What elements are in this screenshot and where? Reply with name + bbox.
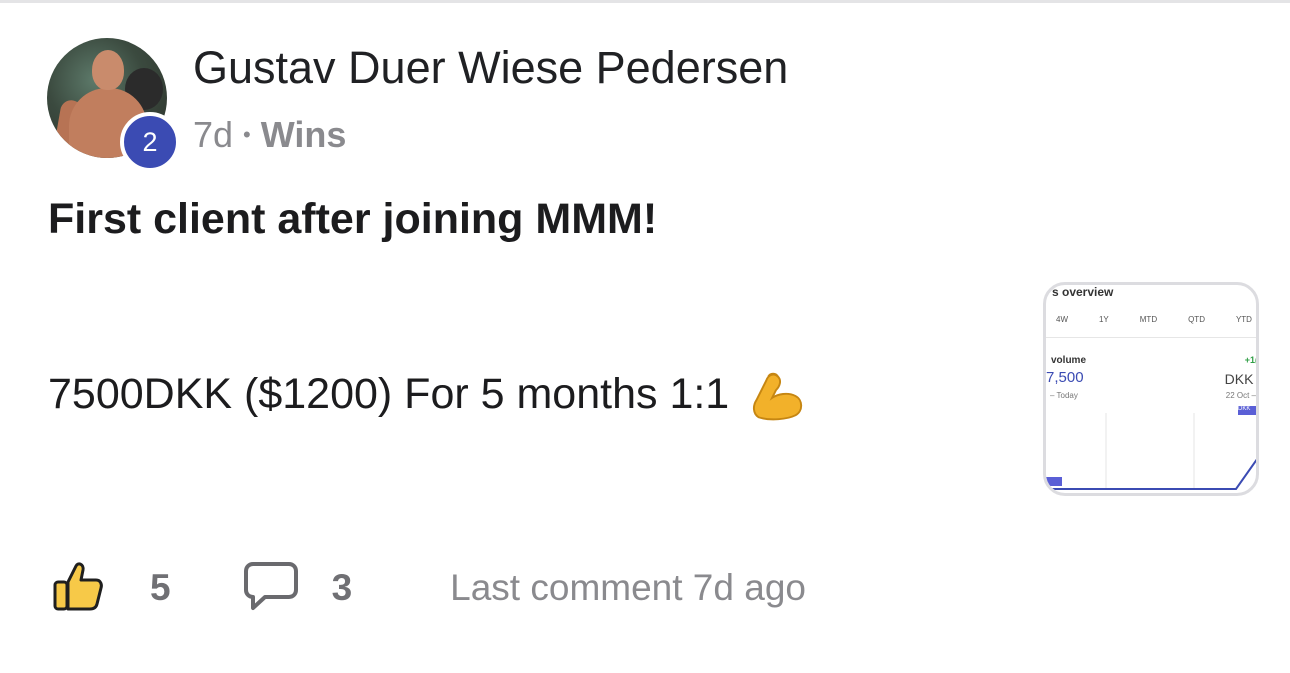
preview-tab: QTD [1188,315,1205,324]
attachment-thumbnail[interactable]: s overview 4W 1Y MTD QTD YTD volume +1( … [1043,282,1259,496]
preview-tabs: 4W 1Y MTD QTD YTD [1056,315,1252,324]
post-category[interactable]: Wins [261,114,347,156]
preview-heading: s overview [1052,285,1114,299]
preview-tab: 4W [1056,315,1068,324]
top-divider [0,0,1290,3]
preview-currency: DKK ( [1224,371,1259,387]
preview-date: 22 Oct – [1225,391,1256,400]
preview-tab: YTD [1235,315,1252,324]
comment-count: 3 [331,567,353,608]
meta-separator: • [243,122,251,147]
preview-mini-chart [1046,413,1256,490]
post-body-text: 7500DKK ($1200) For 5 months 1:1 [48,369,730,418]
post-time[interactable]: 7d [193,114,233,156]
preview-divider [1046,337,1256,338]
preview-tab: MTD [1139,315,1158,324]
avatar-head [92,50,124,90]
thumbs-up-icon[interactable] [52,560,104,617]
comment-bubble-icon[interactable] [243,560,299,617]
comment-button[interactable]: 3 [243,560,353,617]
level-badge: 2 [120,112,180,172]
post-meta: 7d • Wins [193,114,346,156]
like-button[interactable]: 5 [52,560,171,617]
post-body[interactable]: 7500DKK ($1200) For 5 months 1:1 [48,363,807,425]
preview-metric-label: volume [1051,355,1087,366]
author-name[interactable]: Gustav Duer Wiese Pedersen [193,42,788,94]
flexed-biceps-icon [745,363,807,425]
post-footer: 5 3 Last comment 7d ago [52,560,806,616]
last-comment-time: Last comment 7d ago [450,567,806,608]
preview-tab: 1Y [1098,315,1109,324]
post-title[interactable]: First client after joining MMM! [48,195,657,244]
preview-metric-value: 7,500 [1046,369,1084,386]
like-count: 5 [150,567,171,608]
preview-change: +1( [1244,355,1258,365]
preview-period: – Today [1050,391,1078,400]
